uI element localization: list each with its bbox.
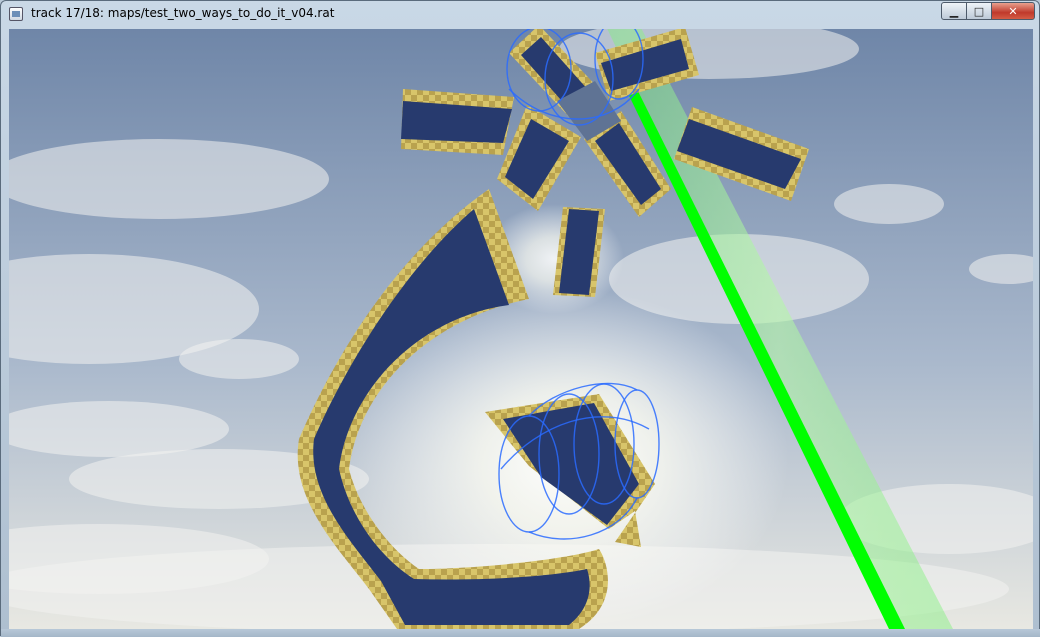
minimize-button[interactable]: ▁: [941, 2, 967, 20]
maximize-icon: □: [973, 4, 985, 18]
minimize-icon: ▁: [949, 4, 959, 18]
game-window: track 17/18: maps/test_two_ways_to_do_it…: [0, 0, 1040, 637]
close-icon: ✕: [1008, 4, 1018, 18]
scene-canvas[interactable]: [9, 29, 1033, 629]
window-title: track 17/18: maps/test_two_ways_to_do_it…: [31, 6, 335, 20]
maximize-button[interactable]: □: [966, 2, 992, 20]
window-icon[interactable]: [9, 7, 23, 21]
game-viewport[interactable]: [9, 29, 1033, 629]
title-bar[interactable]: track 17/18: maps/test_two_ways_to_do_it…: [1, 1, 1039, 29]
close-button[interactable]: ✕: [991, 2, 1035, 20]
